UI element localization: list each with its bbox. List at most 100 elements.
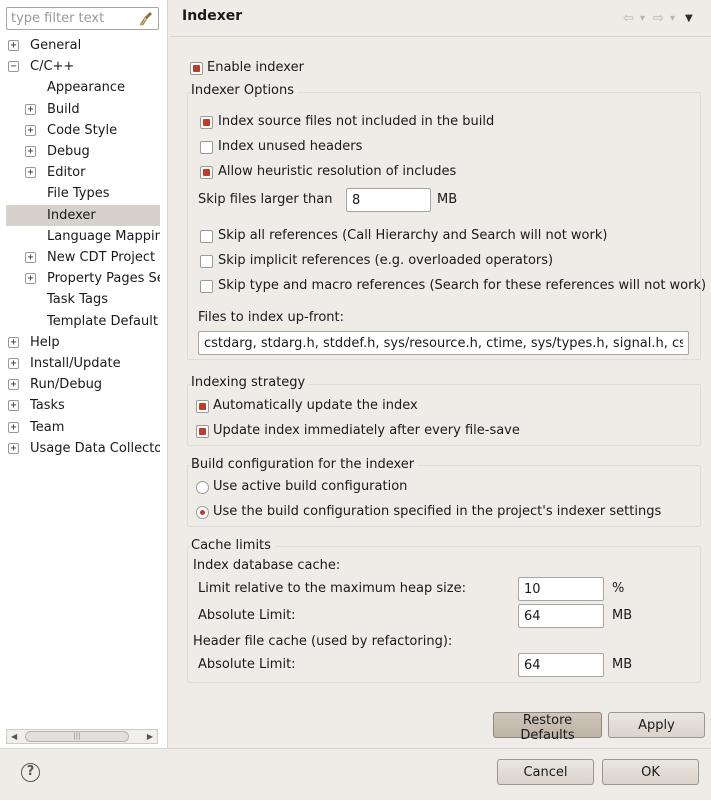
relative-limit-unit: % — [612, 581, 625, 596]
active-build-config-label: Use active build configuration — [213, 479, 408, 494]
clear-filter-icon[interactable] — [138, 10, 155, 27]
tree-item-label: Template Default V — [47, 313, 160, 329]
index-source-files-label: Index source files not included in the b… — [218, 114, 495, 129]
tree-item-usage-data-collector[interactable]: + Usage Data Collector — [0, 438, 160, 459]
scroll-right-arrow-icon[interactable]: ▶ — [147, 731, 153, 743]
tree-item-property-pages-set[interactable]: + Property Pages Set — [0, 268, 160, 289]
skip-files-size-input[interactable] — [346, 188, 431, 212]
back-menu-chevron-icon[interactable]: ▾ — [640, 12, 645, 26]
skip-files-unit-label: MB — [437, 192, 458, 207]
help-icon[interactable]: ? — [21, 763, 40, 782]
tree-item-label: New CDT Project W — [47, 250, 160, 265]
tree-item-build[interactable]: + Build — [0, 99, 160, 120]
cancel-button[interactable]: Cancel — [497, 759, 594, 785]
tree-item-code-style[interactable]: + Code Style — [0, 120, 160, 141]
ok-button[interactable]: OK — [602, 759, 699, 785]
page-title: Indexer — [182, 8, 243, 24]
tree-item-label: Run/Debug — [30, 377, 103, 393]
tree-item-label: Install/Update — [30, 356, 121, 371]
cache-limits-title: Cache limits — [191, 538, 275, 554]
tree-item-label: Team — [30, 419, 65, 435]
index-unused-headers-checkbox[interactable] — [200, 141, 213, 154]
tree-item-label: Property Pages Set — [47, 271, 160, 287]
restore-defaults-button[interactable]: Restore Defaults — [493, 712, 602, 743]
expand-icon[interactable]: + — [25, 252, 36, 263]
indexing-strategy-title: Indexing strategy — [191, 375, 310, 391]
tree-item-language-mapping[interactable]: Language Mapping — [0, 226, 160, 247]
tree-item-c-c[interactable]: − C/C++ — [0, 56, 160, 77]
skip-all-references-checkbox[interactable] — [200, 230, 213, 243]
files-upfront-label: Files to index up-front: — [198, 310, 345, 325]
build-configuration-title: Build configuration for the indexer — [191, 457, 419, 473]
tree-item-appearance[interactable]: Appearance — [0, 77, 160, 98]
tree-item-label: Build — [47, 101, 80, 117]
expand-icon[interactable]: + — [8, 358, 19, 369]
tree-item-run-debug[interactable]: + Run/Debug — [0, 374, 160, 395]
tree-item-task-tags[interactable]: Task Tags — [0, 289, 160, 310]
skip-type-macro-references-checkbox[interactable] — [200, 280, 213, 293]
tree-item-file-types[interactable]: File Types — [0, 183, 160, 204]
indexer-options-title: Indexer Options — [191, 83, 299, 99]
tree-item-label: Code Style — [47, 122, 118, 138]
enable-indexer-checkbox[interactable] — [190, 62, 203, 75]
heuristic-resolution-checkbox[interactable] — [200, 166, 213, 179]
back-arrow-icon[interactable]: ⇦ — [623, 12, 634, 26]
skip-implicit-references-label: Skip implicit references (e.g. overloade… — [218, 253, 554, 268]
tree-item-tasks[interactable]: + Tasks — [0, 395, 160, 416]
tree-item-help[interactable]: + Help — [0, 332, 160, 353]
active-build-config-radio[interactable] — [196, 481, 209, 494]
forward-menu-chevron-icon[interactable]: ▾ — [670, 12, 675, 26]
expand-icon[interactable]: + — [8, 336, 19, 348]
scroll-left-arrow-icon[interactable]: ◀ — [11, 731, 17, 743]
relative-limit-input[interactable] — [518, 577, 604, 601]
auto-update-index-checkbox[interactable] — [196, 400, 209, 413]
expand-icon[interactable]: + — [8, 40, 19, 51]
expand-icon[interactable]: + — [25, 103, 36, 115]
tree-item-label: Tasks — [30, 398, 65, 414]
view-menu-icon[interactable]: ▼ — [685, 12, 693, 26]
apply-button[interactable]: Apply — [608, 712, 705, 738]
scrollbar-thumb[interactable]: ||| — [25, 731, 129, 742]
files-upfront-input[interactable] — [198, 331, 689, 355]
tree-item-debug[interactable]: + Debug — [0, 141, 160, 162]
expand-icon[interactable]: + — [8, 421, 19, 433]
index-source-files-checkbox[interactable] — [200, 116, 213, 129]
tree-item-editor[interactable]: + Editor — [0, 162, 160, 183]
expand-icon[interactable]: + — [8, 442, 19, 454]
tree-item-label: Appearance — [47, 80, 126, 96]
index-unused-headers-label: Index unused headers — [218, 139, 363, 154]
tree-item-indexer[interactable]: Indexer — [6, 204, 160, 226]
header-file-cache-label: Header file cache (used by refactoring): — [193, 634, 453, 649]
filter-input[interactable] — [7, 8, 135, 29]
tree-item-label: General — [30, 38, 82, 53]
update-on-save-checkbox[interactable] — [196, 425, 209, 438]
tree-item-label: File Types — [47, 186, 110, 202]
filter-box — [6, 7, 159, 30]
expand-icon[interactable]: + — [8, 379, 19, 391]
tree-item-label: Debug — [47, 144, 90, 159]
absolute-limit-label: Absolute Limit: — [198, 608, 296, 623]
specified-build-config-label: Use the build configuration specified in… — [213, 504, 662, 519]
skip-implicit-references-checkbox[interactable] — [200, 255, 213, 268]
auto-update-index-label: Automatically update the index — [213, 398, 418, 413]
tree-horizontal-scrollbar[interactable]: ◀ ||| ▶ — [6, 729, 158, 744]
expand-icon[interactable]: + — [25, 273, 36, 285]
tree-item-team[interactable]: + Team — [0, 417, 160, 438]
tree-item-new-cdt-project-w[interactable]: + New CDT Project W — [0, 247, 160, 268]
relative-limit-label: Limit relative to the maximum heap size: — [198, 581, 466, 596]
skip-type-macro-references-label: Skip type and macro references (Search f… — [218, 278, 707, 293]
expand-icon[interactable]: + — [25, 167, 36, 179]
skip-files-larger-label: Skip files larger than — [198, 192, 333, 207]
expand-icon[interactable]: + — [8, 400, 19, 412]
collapse-icon[interactable]: − — [8, 61, 19, 73]
tree-item-label: C/C++ — [30, 59, 75, 75]
tree-item-install-update[interactable]: + Install/Update — [0, 353, 160, 374]
specified-build-config-radio[interactable] — [196, 506, 209, 519]
tree-item-template-default-v[interactable]: Template Default V — [0, 311, 160, 332]
expand-icon[interactable]: + — [25, 146, 36, 157]
forward-arrow-icon[interactable]: ⇨ — [653, 12, 664, 26]
header-absolute-limit-input[interactable] — [518, 653, 604, 677]
tree-item-general[interactable]: + General — [0, 35, 160, 56]
absolute-limit-input[interactable] — [518, 604, 604, 628]
expand-icon[interactable]: + — [25, 124, 36, 136]
